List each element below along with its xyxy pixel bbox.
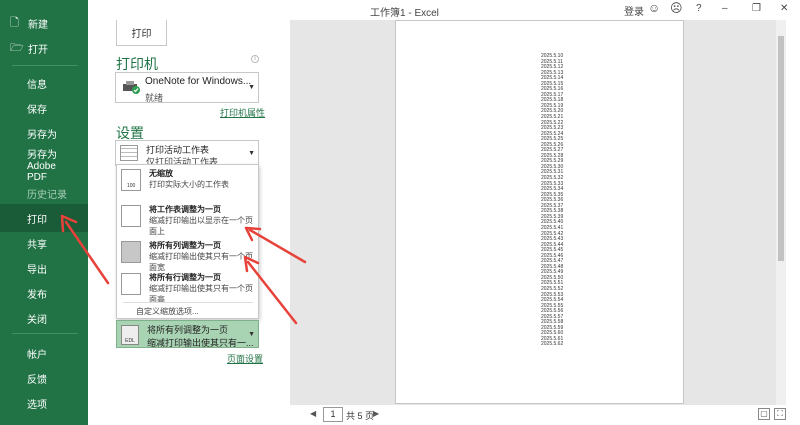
- show-margins-icon[interactable]: ▢: [758, 408, 770, 420]
- page-navigator: ◀ 1 共 5 页 ▶ ▢ ⛶: [290, 405, 800, 425]
- nav-save-label: 保存: [27, 104, 47, 116]
- nav-close-label: 关闭: [27, 314, 47, 326]
- scaling-option-no-scaling[interactable]: 100 无缩放 打印实际大小的工作表: [117, 165, 258, 201]
- help-icon[interactable]: ?: [696, 3, 702, 14]
- printer-properties-link[interactable]: 打印机属性: [220, 106, 265, 119]
- new-file-icon: 🗋: [10, 16, 19, 29]
- page-setup-link[interactable]: 页面设置: [227, 352, 263, 365]
- zoom-to-page-icon[interactable]: ⛶: [774, 408, 786, 420]
- nav-publish[interactable]: 发布: [0, 280, 88, 306]
- frown-icon[interactable]: ☹: [670, 1, 683, 15]
- page-number-input[interactable]: 1: [323, 407, 343, 422]
- nav-share[interactable]: 共享: [0, 230, 88, 256]
- nav-save-as-adobe-pdf[interactable]: 另存为 Adobe PDF: [0, 148, 88, 183]
- date-cell: 2025.5.62: [541, 341, 564, 348]
- scaling-option-title: 将工作表调整为一页: [149, 205, 221, 214]
- nav-info[interactable]: 信息: [0, 70, 88, 96]
- nav-account[interactable]: 帐户: [0, 340, 88, 366]
- nav-print[interactable]: 打印: [0, 204, 88, 232]
- nav-save-as[interactable]: 另存为: [0, 120, 88, 146]
- printer-heading: 打印机: [116, 56, 158, 72]
- print-button[interactable]: 打印: [116, 20, 167, 46]
- scaling-option-fit-columns[interactable]: 将所有列调整为一页 缩减打印输出使其只有一个页面宽: [117, 237, 258, 272]
- preview-page: 2025.5.10 2025.5.11 2025.5.12 2025.5.13 2025…: [395, 20, 684, 404]
- open-folder-icon: 🗁: [10, 41, 24, 54]
- restore-icon[interactable]: ❐: [752, 3, 761, 14]
- nav-publish-label: 发布: [27, 289, 47, 301]
- scaling-option-title: 将所有列调整为一页: [149, 241, 221, 250]
- nav-options[interactable]: 选项: [0, 390, 88, 416]
- nav-export-label: 导出: [27, 264, 47, 276]
- icon-text: EDL: [125, 338, 135, 344]
- printer-status: 就绪: [145, 93, 164, 103]
- scaling-option-fit-sheet[interactable]: 将工作表调整为一页 缩减打印输出以显示在一个页面上: [117, 201, 258, 237]
- nav-history-label: 历史记录: [27, 189, 67, 201]
- page-total: 共 5 页: [346, 411, 375, 421]
- info-icon[interactable]: i: [251, 55, 259, 63]
- prev-page-icon[interactable]: ◀: [310, 409, 316, 418]
- nav-save-as-label: 另存为: [27, 129, 57, 141]
- scaling-option-fit-rows[interactable]: 将所有行调整为一页 缩减打印输出使其只有一个页面高: [117, 269, 258, 304]
- scaling-dropdown-menu: 100 无缩放 打印实际大小的工作表 将工作表调整为一页 缩减打印输出以显示在一…: [116, 164, 259, 319]
- title-bar: 工作簿1 - Excel 登录 ☺ ☹ ? – ❐ ✕: [88, 0, 800, 20]
- next-page-icon[interactable]: ▶: [373, 409, 379, 418]
- chevron-down-icon: ▼: [248, 331, 255, 338]
- nav-new-label: 新建: [28, 19, 48, 31]
- nav-save[interactable]: 保存: [0, 95, 88, 121]
- printer-icon: [123, 81, 140, 94]
- nav-history[interactable]: 历史记录: [0, 180, 88, 206]
- nav-feedback[interactable]: 反馈: [0, 365, 88, 391]
- vertical-scrollbar[interactable]: [776, 20, 786, 405]
- nav-export[interactable]: 导出: [0, 255, 88, 281]
- backstage-nav: 🗋 新建 🗁 打开 信息 保存 另存为 另存为 Adobe PDF 历史记录 打…: [0, 0, 88, 425]
- scaling-select[interactable]: EDL 将所有列调整为一页 缩减打印输出使其只有一... ▼: [116, 320, 259, 348]
- scaling-option-title: 将所有行调整为一页: [149, 273, 221, 282]
- nav-open-label: 打开: [28, 44, 48, 56]
- nav-share-label: 共享: [27, 239, 47, 251]
- close-icon[interactable]: ✕: [780, 3, 788, 14]
- nav-divider: [12, 65, 78, 66]
- scaling-option-desc: 缩减打印输出以显示在一个页面上: [149, 216, 253, 236]
- nav-close[interactable]: 关闭: [0, 305, 88, 331]
- nav-print-label: 打印: [27, 214, 47, 226]
- scaling-option-title: 无缩放: [149, 169, 173, 178]
- icon-100-label: 100: [127, 183, 136, 189]
- nav-open[interactable]: 🗁 打开: [0, 35, 88, 61]
- minimize-icon[interactable]: –: [722, 3, 728, 14]
- nav-feedback-label: 反馈: [27, 374, 47, 386]
- nav-save-adobe-label-1: 另存为 Adobe: [27, 149, 57, 172]
- smiley-icon[interactable]: ☺: [648, 1, 660, 15]
- nav-new[interactable]: 🗋 新建: [0, 10, 88, 36]
- fit-columns-icon: [121, 241, 141, 263]
- chevron-down-icon: ▼: [248, 150, 255, 157]
- nav-info-label: 信息: [27, 79, 47, 91]
- signin-button[interactable]: 登录: [624, 3, 644, 18]
- printer-select[interactable]: OneNote for Windows... 就绪 ▼: [115, 72, 259, 103]
- print-what-select[interactable]: 打印活动工作表 仅打印活动工作表 ▼: [115, 140, 259, 166]
- selected-scaling-title: 将所有列调整为一页: [147, 325, 229, 335]
- fit-columns-icon: EDL: [121, 325, 139, 345]
- menu-divider: [123, 302, 253, 303]
- worksheet-icon: [120, 145, 138, 161]
- fit-sheet-icon: [121, 205, 141, 227]
- nav-account-label: 帐户: [27, 349, 47, 361]
- window-title: 工作簿1 - Excel: [370, 8, 439, 19]
- custom-scaling-options[interactable]: 自定义缩放选项...: [136, 306, 199, 317]
- selected-scaling-desc: 缩减打印输出使其只有一...: [147, 338, 254, 348]
- printer-name: OneNote for Windows...: [145, 76, 252, 87]
- date-column: 2025.5.10 2025.5.11 2025.5.12 2025.5.13 2025…: [541, 53, 581, 348]
- scaling-option-desc: 打印实际大小的工作表: [149, 180, 229, 189]
- fit-rows-icon: [121, 273, 141, 295]
- nav-options-label: 选项: [27, 399, 47, 411]
- chevron-down-icon: ▼: [248, 84, 255, 91]
- no-scaling-icon: 100: [121, 169, 141, 191]
- scrollbar-thumb[interactable]: [778, 36, 784, 261]
- nav-divider: [12, 333, 78, 334]
